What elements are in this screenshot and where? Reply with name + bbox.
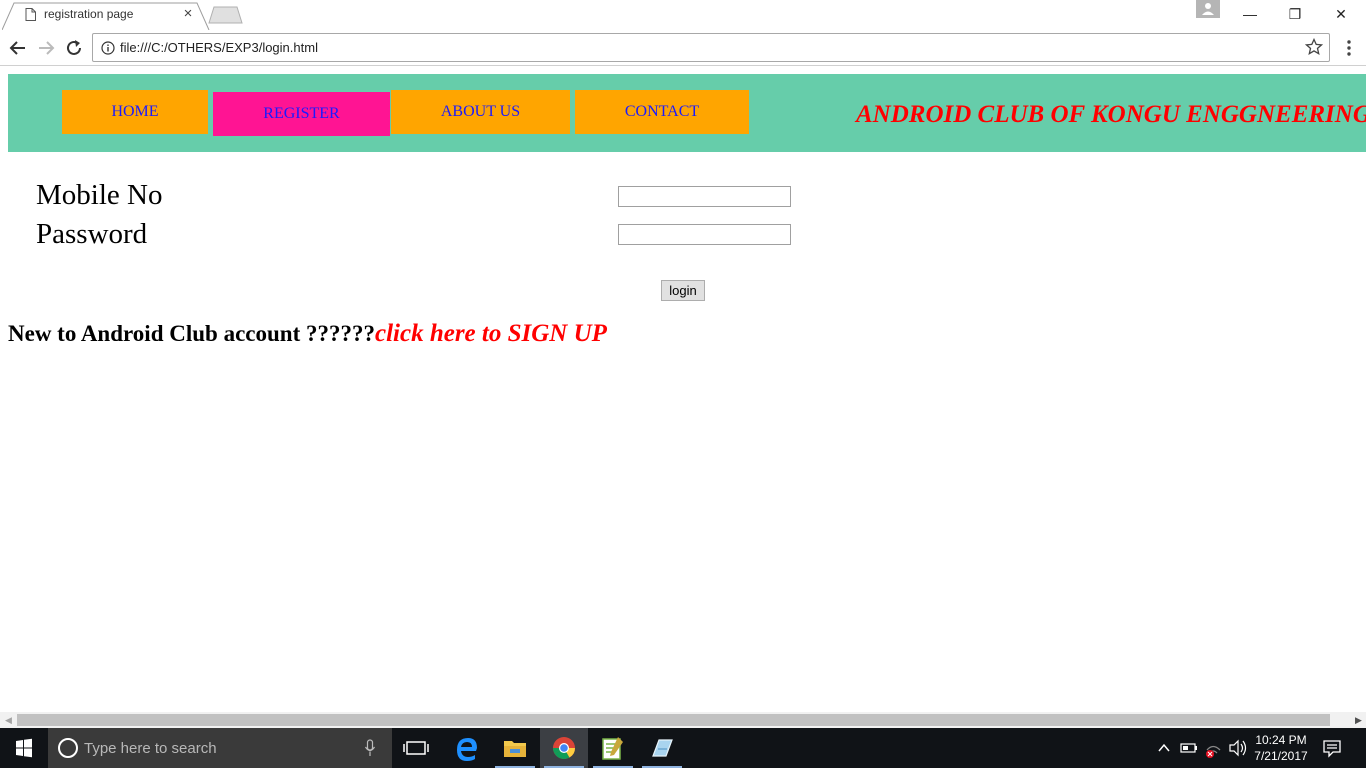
close-window-button[interactable]: ✕ [1318, 0, 1364, 28]
notepadpp-app[interactable] [589, 728, 637, 768]
nav-home[interactable]: HOME [62, 90, 208, 134]
chrome-app[interactable] [540, 728, 588, 768]
folder-icon [504, 741, 526, 757]
taskbar-clock[interactable]: 10:24 PM 7/21/2017 [1254, 732, 1308, 764]
site-header: HOME REGISTER ABOUT US CONTACT ANDROID C… [8, 74, 1366, 152]
new-tab-button[interactable] [208, 6, 244, 24]
microphone-icon[interactable] [364, 739, 376, 757]
document-icon [25, 8, 36, 21]
windows-taskbar: Type here to search 10:24 PM 7/21/2017 [0, 728, 1366, 768]
club-title: ANDROID CLUB OF KONGU ENGGNEERING [856, 101, 1366, 128]
password-input[interactable] [618, 224, 791, 245]
file-explorer-app[interactable] [491, 728, 539, 768]
reload-icon[interactable] [63, 37, 85, 59]
browser-toolbar: file:///C:/OTHERS/EXP3/login.html [0, 30, 1366, 66]
horizontal-scrollbar[interactable]: ◀ ▶ [0, 712, 1366, 728]
tab-close-icon[interactable]: × [181, 6, 195, 22]
clock-time: 10:24 PM [1255, 733, 1307, 747]
more-menu-icon[interactable] [1340, 38, 1358, 58]
scroll-right-icon[interactable]: ▶ [1355, 715, 1362, 726]
network-disconnected-icon[interactable] [1202, 728, 1224, 768]
action-center-icon[interactable] [1322, 738, 1342, 758]
volume-icon[interactable] [1227, 728, 1249, 768]
scrollbar-thumb[interactable] [17, 714, 1330, 726]
signup-question: New to Android Club account ?????? [8, 321, 375, 346]
minimize-button[interactable]: — [1227, 0, 1273, 28]
show-hidden-icons-chevron-icon[interactable] [1156, 728, 1172, 768]
nav-about-us[interactable]: ABOUT US [391, 90, 570, 134]
battery-icon[interactable] [1178, 728, 1200, 768]
tab-title: registration page [44, 7, 134, 21]
pinned-app[interactable] [638, 728, 686, 768]
edge-browser-icon[interactable] [443, 728, 491, 768]
login-button[interactable]: login [661, 280, 705, 301]
browser-titlebar: registration page × — ❐ ✕ [0, 0, 1366, 31]
signup-link[interactable]: click here to SIGN UP [375, 320, 607, 347]
bookmark-star-icon[interactable] [1305, 38, 1323, 56]
notepad-icon [602, 737, 623, 760]
search-placeholder: Type here to search [84, 740, 217, 757]
nav-register[interactable]: REGISTER [213, 92, 390, 136]
profile-icon[interactable] [1196, 0, 1220, 18]
signup-prompt: New to Android Club account ??????click … [8, 320, 607, 348]
paper-app-icon [652, 739, 673, 757]
back-arrow-icon[interactable] [7, 37, 29, 59]
task-view-icon[interactable] [392, 728, 440, 768]
info-icon[interactable] [101, 41, 115, 55]
cortana-icon [58, 738, 78, 758]
taskbar-search[interactable]: Type here to search [48, 728, 392, 768]
mobile-no-label: Mobile No [36, 179, 163, 211]
clock-date: 7/21/2017 [1254, 749, 1308, 763]
address-bar[interactable]: file:///C:/OTHERS/EXP3/login.html [92, 33, 1330, 62]
windows-start-icon[interactable] [0, 728, 48, 768]
nav-contact[interactable]: CONTACT [575, 90, 749, 134]
password-label: Password [36, 218, 148, 250]
mobile-no-input[interactable] [618, 186, 791, 207]
url-text: file:///C:/OTHERS/EXP3/login.html [120, 40, 318, 55]
page-viewport: HOME REGISTER ABOUT US CONTACT ANDROID C… [0, 67, 1366, 712]
maximize-button[interactable]: ❐ [1272, 0, 1318, 28]
scroll-left-icon[interactable]: ◀ [5, 715, 12, 726]
forward-arrow-icon[interactable] [35, 37, 57, 59]
chrome-icon [553, 737, 575, 759]
